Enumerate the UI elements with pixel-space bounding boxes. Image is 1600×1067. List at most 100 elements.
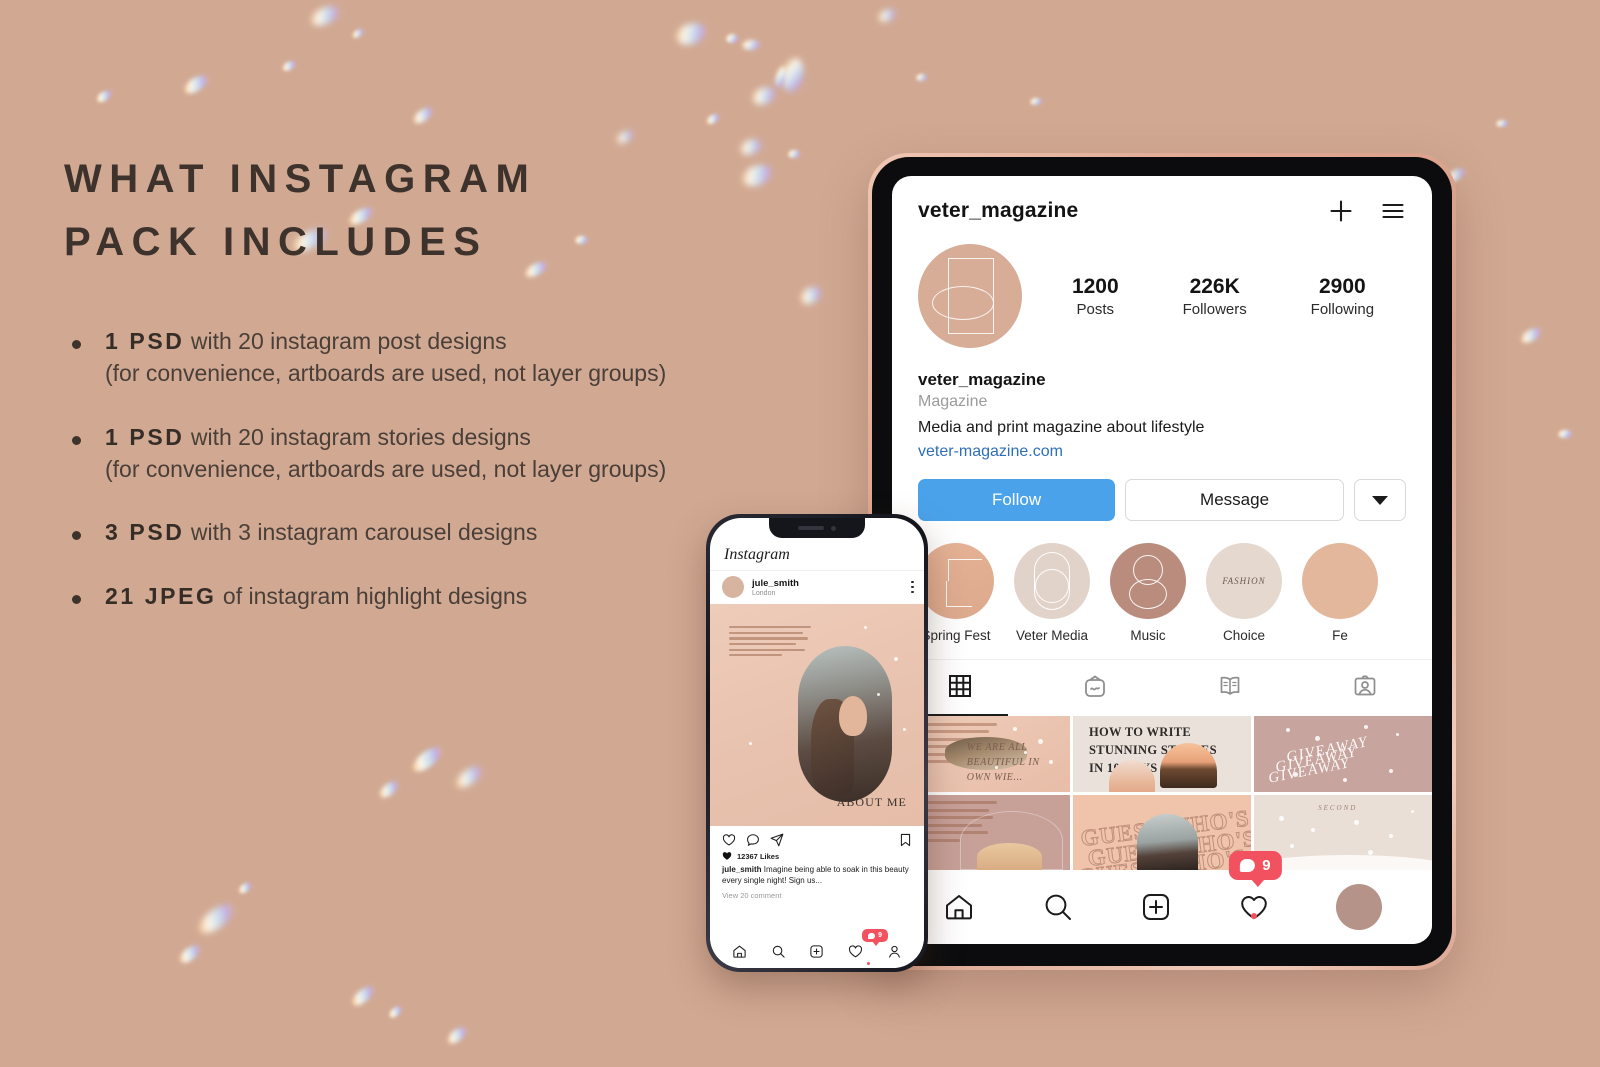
stat-value: 2900 [1319, 274, 1366, 298]
add-post-icon[interactable] [1328, 198, 1354, 224]
stat-posts[interactable]: 1200 Posts [1072, 275, 1119, 318]
bullet-dot [72, 340, 81, 350]
avatar[interactable] [722, 576, 744, 598]
plus-square-icon[interactable] [809, 944, 824, 959]
front-camera [831, 525, 836, 531]
list-item-detail: (for convenience, artboards are used, no… [105, 360, 667, 387]
status-badge: 9 [1229, 851, 1282, 887]
tablet-mockup: veter_magazine 1200 Posts 226K Followers… [868, 153, 1456, 970]
badge-count: 9 [878, 932, 882, 939]
list-item-rest: with 20 instagram stories designs [184, 423, 531, 450]
story-highlights: Spring Fest Veter Media Music FASHION Ch… [892, 521, 1432, 643]
list-item-detail: (for convenience, artboards are used, no… [105, 455, 667, 482]
activity-indicator-dot [867, 962, 870, 965]
tab-igtv[interactable] [1027, 660, 1162, 716]
tagged-icon [1352, 673, 1378, 704]
list-item-rest: with 20 instagram post designs [184, 328, 507, 355]
highlight-label: Choice [1222, 628, 1266, 643]
post-caption: WE ARE ALL BEAUTIFUL IN OWN WIE... [966, 742, 1040, 784]
avatar-ellipse-shape [932, 286, 994, 320]
list-item-strong: 1 PSD [105, 423, 185, 450]
highlight-cover-text: FASHION [1222, 576, 1266, 586]
nav-profile[interactable] [1335, 884, 1382, 930]
nav-home[interactable] [942, 890, 976, 924]
post-header: jule_smith London [710, 570, 924, 604]
home-icon [946, 895, 973, 920]
highlight-label: Music [1130, 628, 1166, 643]
post-image[interactable]: ABOUT ME [710, 604, 924, 826]
speaker-grill [798, 526, 824, 530]
tab-guides[interactable] [1162, 660, 1297, 716]
more-options-icon[interactable] [911, 580, 914, 594]
profile-handle: veter_magazine [918, 199, 1079, 222]
bookmark-icon[interactable] [899, 833, 912, 847]
chevron-down-icon [1372, 495, 1389, 505]
home-icon[interactable] [732, 944, 747, 959]
post-location[interactable]: London [752, 590, 911, 597]
stats-group: 1200 Posts 226K Followers 2900 Following [1022, 275, 1406, 318]
tablet-screen: veter_magazine 1200 Posts 226K Followers… [892, 176, 1432, 944]
comment-icon[interactable] [746, 833, 760, 847]
post-author[interactable]: jule_smith [752, 578, 911, 589]
tablet-bezel: veter_magazine 1200 Posts 226K Followers… [872, 157, 1452, 966]
highlight-spring-fest[interactable]: Spring Fest [918, 543, 994, 643]
bullet-dot [72, 435, 81, 445]
person-icon[interactable] [887, 944, 902, 959]
status-badge: 9 [862, 929, 888, 946]
post-photo-arch [797, 646, 892, 802]
list-item-text: 1 PSD with 20 instagram post designs (fo… [105, 326, 666, 389]
nav-create[interactable] [1139, 890, 1173, 924]
phone-mockup: Instagram jule_smith London ABOUT ME 123… [706, 514, 928, 972]
promo-copy: WHAT INSTAGRAM PACK INCLUDES 1 PSD with … [64, 148, 724, 645]
highlight-choice[interactable]: FASHION Choice [1206, 543, 1282, 643]
list-item-strong: 21 JPEG [105, 583, 217, 610]
list-item-strong: 1 PSD [105, 328, 185, 355]
search-icon[interactable] [771, 944, 786, 959]
menu-icon[interactable] [1380, 198, 1406, 224]
view-comments-link[interactable]: View 20 comment [710, 887, 924, 900]
list-item-text: 21 JPEG of instagram highlight designs [105, 581, 527, 613]
heart-icon[interactable] [848, 944, 863, 959]
igtv-icon [1082, 673, 1108, 704]
list-item-strong: 3 PSD [105, 519, 185, 546]
stat-followers[interactable]: 226K Followers [1183, 275, 1247, 318]
post-image-caption: ABOUT ME [836, 795, 907, 810]
highlight-fe[interactable]: Fe [1302, 543, 1378, 643]
post-giveaway[interactable]: GIVEAWAY GIVEAWAY GIVEAWAY [1254, 716, 1432, 792]
headline-line-2: PACK INCLUDES [64, 220, 488, 265]
nav-activity[interactable]: 9 [1229, 851, 1282, 924]
guides-icon [1217, 673, 1243, 704]
headline-line-1: WHAT INSTAGRAM [64, 157, 537, 201]
highlight-cover [1110, 543, 1186, 619]
bullet-dot [72, 531, 81, 541]
tab-tagged[interactable] [1297, 660, 1432, 716]
post-guess-whos-back[interactable]: GUESS WHO'S BACK GUESS WHO'S BACK GUESS … [1073, 794, 1251, 870]
avatar[interactable] [918, 244, 1022, 348]
more-options-button[interactable] [1354, 479, 1407, 521]
list-item: 3 PSD with 3 instagram carousel designs [64, 517, 724, 549]
highlight-music[interactable]: Music [1110, 543, 1186, 643]
highlight-veter-media[interactable]: Veter Media [1014, 543, 1090, 643]
post-caption: jule_smith Imagine being able to soak in… [710, 861, 924, 887]
bullet-dot [72, 595, 81, 605]
post-how-to-write[interactable]: HOW TO WRITE STUNNING STORIES IN 10 DAYS [1073, 716, 1251, 792]
list-item: 1 PSD with 20 instagram post designs (fo… [64, 326, 724, 389]
stat-following[interactable]: 2900 Following [1311, 275, 1374, 318]
share-icon[interactable] [770, 833, 784, 847]
page-title: WHAT INSTAGRAM PACK INCLUDES [64, 148, 724, 274]
post-actions [710, 826, 924, 849]
follow-button[interactable]: Follow [918, 479, 1116, 521]
photo-face [839, 695, 868, 737]
message-button[interactable]: Message [1125, 479, 1345, 521]
bio-category: Magazine [918, 393, 988, 410]
stat-value: 226K [1189, 274, 1240, 298]
bio-link[interactable]: veter-magazine.com [918, 443, 1406, 461]
profile-tabs [892, 659, 1432, 716]
phone-notch [769, 518, 865, 538]
profile-stats-row: 1200 Posts 226K Followers 2900 Following [892, 228, 1432, 348]
nav-search[interactable] [1041, 890, 1075, 924]
highlight-label: Veter Media [1015, 628, 1089, 643]
stat-value: 1200 [1071, 274, 1119, 298]
like-icon[interactable] [722, 833, 736, 847]
caption-author[interactable]: jule_smith [722, 865, 762, 874]
